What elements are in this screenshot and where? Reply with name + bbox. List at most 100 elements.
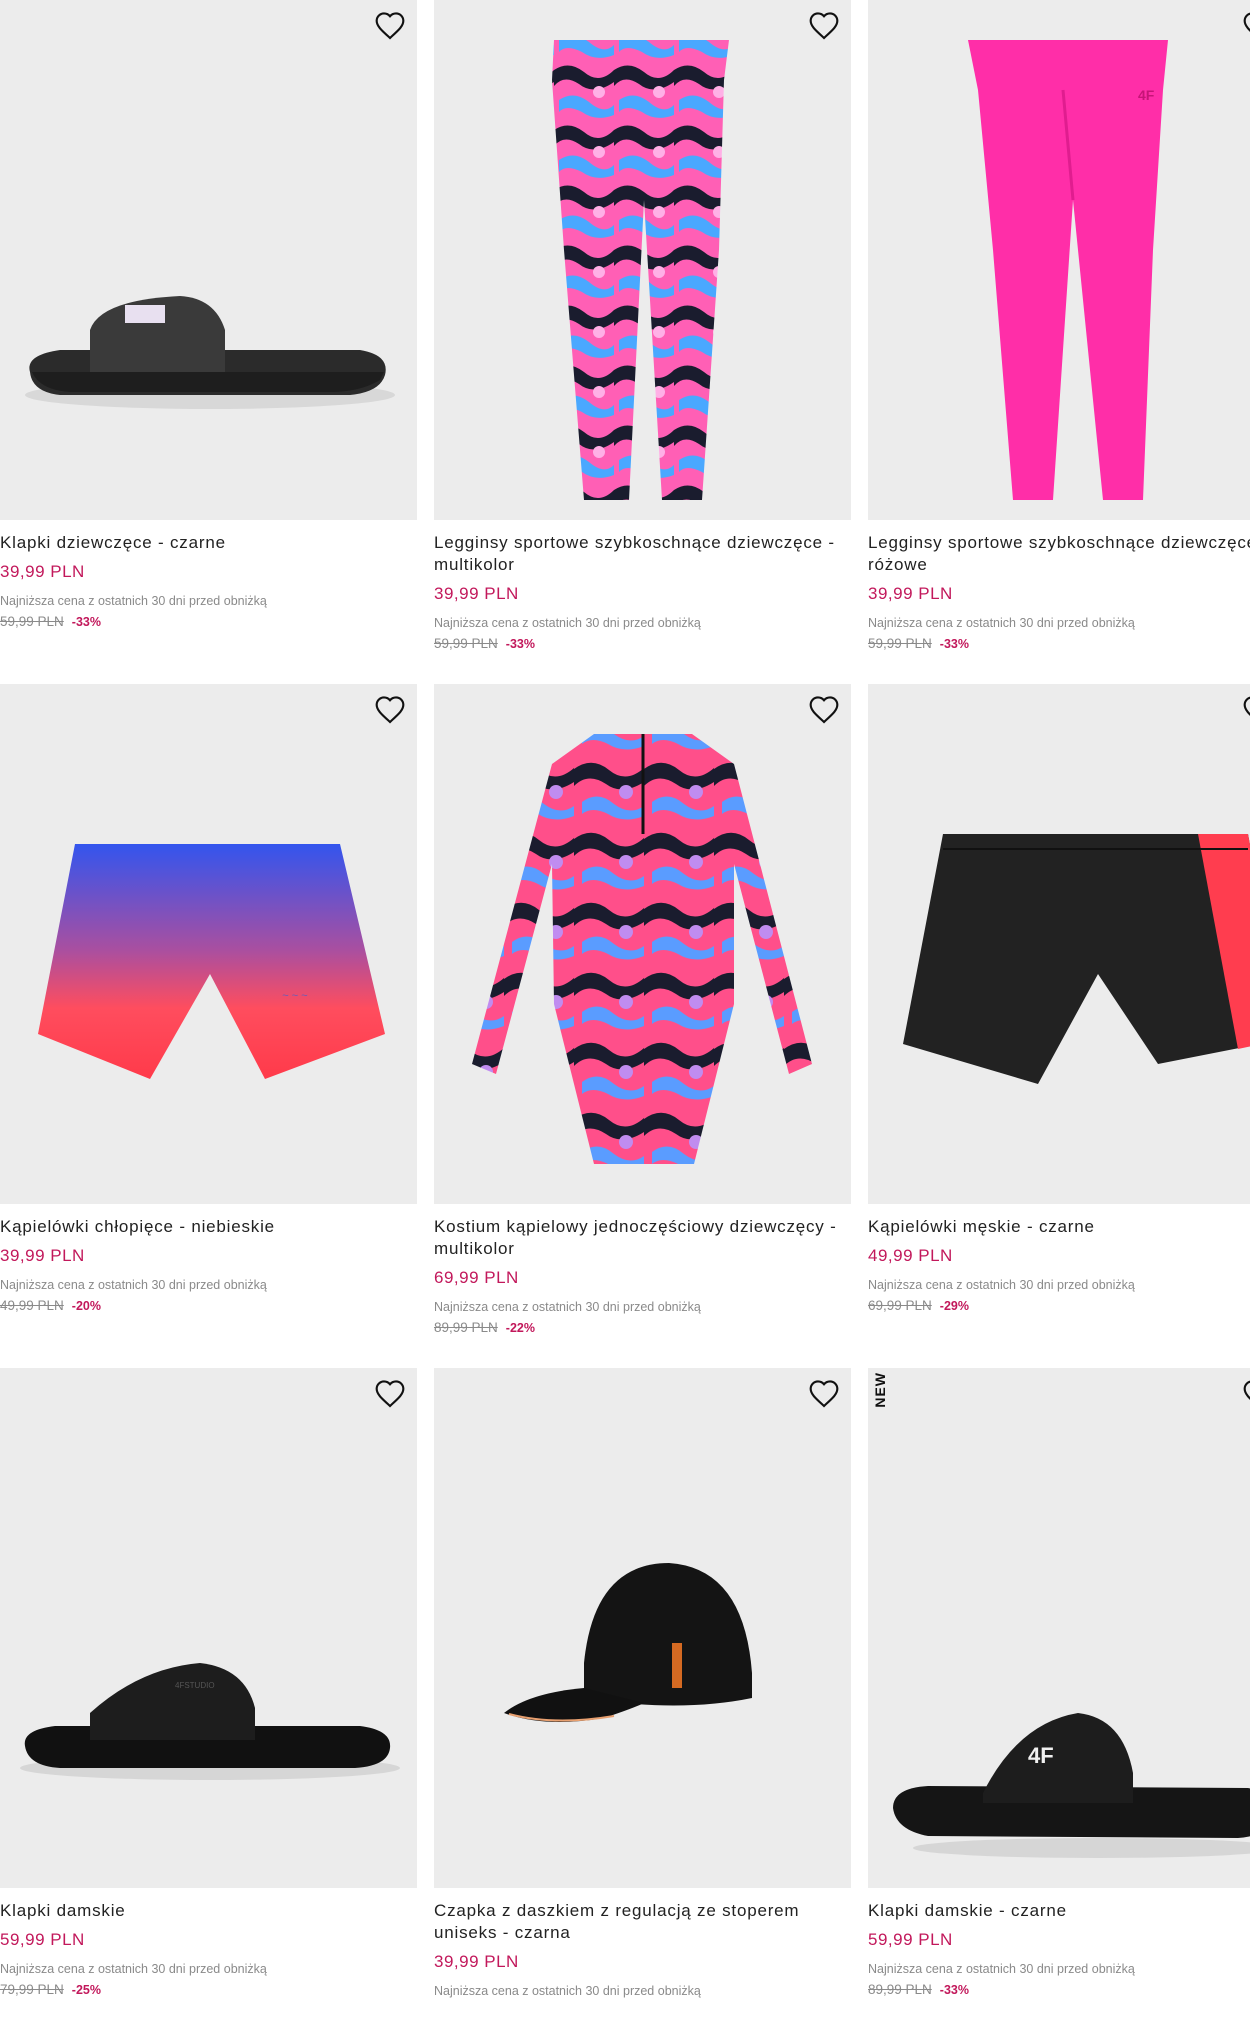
discount-badge: -29%: [939, 1299, 969, 1313]
product-image[interactable]: [434, 0, 851, 520]
svg-text:4FSTUDIO: 4FSTUDIO: [175, 1681, 215, 1690]
lowest-price-label: Najniższa cena z ostatnich 30 dni przed …: [434, 1300, 701, 1314]
wishlist-heart-icon[interactable]: [1241, 10, 1250, 42]
product-info: Kąpielówki męskie - czarne 49,99 PLN Naj…: [868, 1216, 1250, 1313]
product-image[interactable]: NEW 4F: [868, 1368, 1250, 1888]
product-name[interactable]: Legginsy sportowe szybkoschnące dziewczę…: [868, 532, 1250, 576]
wishlist-heart-icon[interactable]: [373, 10, 407, 42]
product-image[interactable]: [868, 684, 1250, 1204]
wishlist-heart-icon[interactable]: [807, 694, 841, 726]
wishlist-heart-icon[interactable]: [1241, 694, 1250, 726]
old-price: 59,99 PLN: [868, 636, 932, 651]
wishlist-heart-icon[interactable]: [373, 1378, 407, 1410]
discount-badge: -33%: [939, 637, 969, 651]
product-name[interactable]: Kąpielówki męskie - czarne: [868, 1216, 1250, 1238]
product-name[interactable]: Czapka z daszkiem z regulacją ze stopere…: [434, 1900, 844, 1944]
old-price-row: 79,99 PLN -25%: [0, 1982, 410, 1997]
old-price-row: 89,99 PLN -22%: [434, 1320, 844, 1335]
old-price-row: 59,99 PLN -33%: [868, 636, 1250, 651]
old-price: 59,99 PLN: [0, 614, 64, 629]
discount-badge: -33%: [505, 637, 535, 651]
old-price: 59,99 PLN: [434, 636, 498, 651]
lowest-price-label: Najniższa cena z ostatnich 30 dni przed …: [0, 594, 267, 608]
slide-sandal-image: [25, 296, 395, 409]
product-name[interactable]: Kąpielówki chłopięce - niebieskie: [0, 1216, 410, 1238]
product-image[interactable]: ~ ~ ~: [0, 684, 417, 1204]
lowest-price-label: Najniższa cena z ostatnich 30 dni przed …: [868, 1278, 1135, 1292]
old-price: 49,99 PLN: [0, 1298, 64, 1313]
product-card[interactable]: Legginsy sportowe szybkoschnące dziewczę…: [434, 0, 851, 670]
product-name[interactable]: Kostium kąpielowy jednoczęściowy dziewcz…: [434, 1216, 844, 1260]
old-price: 69,99 PLN: [868, 1298, 932, 1313]
wishlist-heart-icon[interactable]: [373, 694, 407, 726]
product-info: Kostium kąpielowy jednoczęściowy dziewcz…: [434, 1216, 844, 1335]
product-image[interactable]: 4F: [868, 0, 1250, 520]
product-info: Legginsy sportowe szybkoschnące dziewczę…: [434, 532, 844, 651]
lowest-price-label: Najniższa cena z ostatnich 30 dni przed …: [0, 1962, 267, 1976]
product-card[interactable]: ~ ~ ~ Kąpielówki chłopięce - niebieskie …: [0, 684, 417, 1354]
product-card[interactable]: Czapka z daszkiem z regulacją ze stopere…: [434, 1368, 851, 2038]
product-price: 59,99 PLN: [868, 1930, 953, 1949]
old-price-row: 59,99 PLN -33%: [434, 636, 844, 651]
product-info: Czapka z daszkiem z regulacją ze stopere…: [434, 1900, 844, 1998]
product-card[interactable]: 4FSTUDIO Klapki damskie 59,99 PLN Najniż…: [0, 1368, 417, 2038]
leggings-multicolor-image: [552, 40, 729, 500]
product-name[interactable]: Legginsy sportowe szybkoschnące dziewczę…: [434, 532, 844, 576]
svg-text:~ ~ ~: ~ ~ ~: [282, 990, 307, 1002]
lowest-price-label: Najniższa cena z ostatnich 30 dni przed …: [434, 1984, 701, 1998]
product-image[interactable]: 4FSTUDIO: [0, 1368, 417, 1888]
product-price: 39,99 PLN: [0, 1246, 85, 1265]
product-image[interactable]: [434, 1368, 851, 1888]
old-price: 89,99 PLN: [868, 1982, 932, 1997]
baseball-cap-image: [504, 1563, 752, 1722]
leggings-pink-image: 4F: [968, 40, 1168, 500]
product-card[interactable]: Klapki dziewczęce - czarne 39,99 PLN Naj…: [0, 0, 417, 670]
lowest-price-label: Najniższa cena z ostatnich 30 dni przed …: [868, 616, 1135, 630]
lowest-price-label: Najniższa cena z ostatnich 30 dni przed …: [0, 1278, 267, 1292]
swim-trunks-black-image: [903, 834, 1250, 1084]
old-price-row: 69,99 PLN -29%: [868, 1298, 1250, 1313]
discount-badge: -20%: [71, 1299, 101, 1313]
swim-trunks-blue-image: ~ ~ ~: [38, 844, 385, 1079]
old-price: 89,99 PLN: [434, 1320, 498, 1335]
wishlist-heart-icon[interactable]: [807, 10, 841, 42]
slide-sandal-image: 4FSTUDIO: [20, 1663, 400, 1780]
product-image[interactable]: [434, 684, 851, 1204]
old-price-row: 59,99 PLN -33%: [0, 614, 410, 629]
discount-badge: -22%: [505, 1321, 535, 1335]
product-price: 69,99 PLN: [434, 1268, 519, 1287]
product-price: 39,99 PLN: [434, 584, 519, 603]
product-price: 39,99 PLN: [0, 562, 85, 581]
product-price: 39,99 PLN: [868, 584, 953, 603]
wishlist-heart-icon[interactable]: [1241, 1378, 1250, 1410]
product-grid: Klapki dziewczęce - czarne 39,99 PLN Naj…: [0, 0, 1250, 2014]
product-name[interactable]: Klapki dziewczęce - czarne: [0, 532, 410, 554]
old-price-row: 89,99 PLN -33%: [868, 1982, 1250, 1997]
wishlist-heart-icon[interactable]: [807, 1378, 841, 1410]
product-name[interactable]: Klapki damskie - czarne: [868, 1900, 1250, 1922]
product-price: 39,99 PLN: [434, 1952, 519, 1971]
product-card[interactable]: 4F Legginsy sportowe szybkoschnące dziew…: [868, 0, 1250, 670]
slide-sandal-image: 4F: [893, 1713, 1250, 1858]
discount-badge: -33%: [939, 1983, 969, 1997]
product-image[interactable]: [0, 0, 417, 520]
swimsuit-multicolor-image: [472, 734, 812, 1164]
product-price: 59,99 PLN: [0, 1930, 85, 1949]
product-name[interactable]: Klapki damskie: [0, 1900, 410, 1922]
old-price: 79,99 PLN: [0, 1982, 64, 1997]
product-info: Klapki dziewczęce - czarne 39,99 PLN Naj…: [0, 532, 410, 629]
product-card[interactable]: NEW 4F Klapki damskie - czarne 59,99 PLN…: [868, 1368, 1250, 2038]
discount-badge: -33%: [71, 615, 101, 629]
old-price-row: 49,99 PLN -20%: [0, 1298, 410, 1313]
product-info: Klapki damskie - czarne 59,99 PLN Najniż…: [868, 1900, 1250, 1997]
product-price: 49,99 PLN: [868, 1246, 953, 1265]
product-card[interactable]: Kąpielówki męskie - czarne 49,99 PLN Naj…: [868, 684, 1250, 1354]
lowest-price-label: Najniższa cena z ostatnich 30 dni przed …: [434, 616, 701, 630]
discount-badge: -25%: [71, 1983, 101, 1997]
product-info: Klapki damskie 59,99 PLN Najniższa cena …: [0, 1900, 410, 1997]
svg-text:4F: 4F: [1028, 1743, 1054, 1768]
lowest-price-label: Najniższa cena z ostatnich 30 dni przed …: [868, 1962, 1135, 1976]
product-info: Legginsy sportowe szybkoschnące dziewczę…: [868, 532, 1250, 651]
product-card[interactable]: Kostium kąpielowy jednoczęściowy dziewcz…: [434, 684, 851, 1354]
svg-text:4F: 4F: [1138, 87, 1155, 103]
